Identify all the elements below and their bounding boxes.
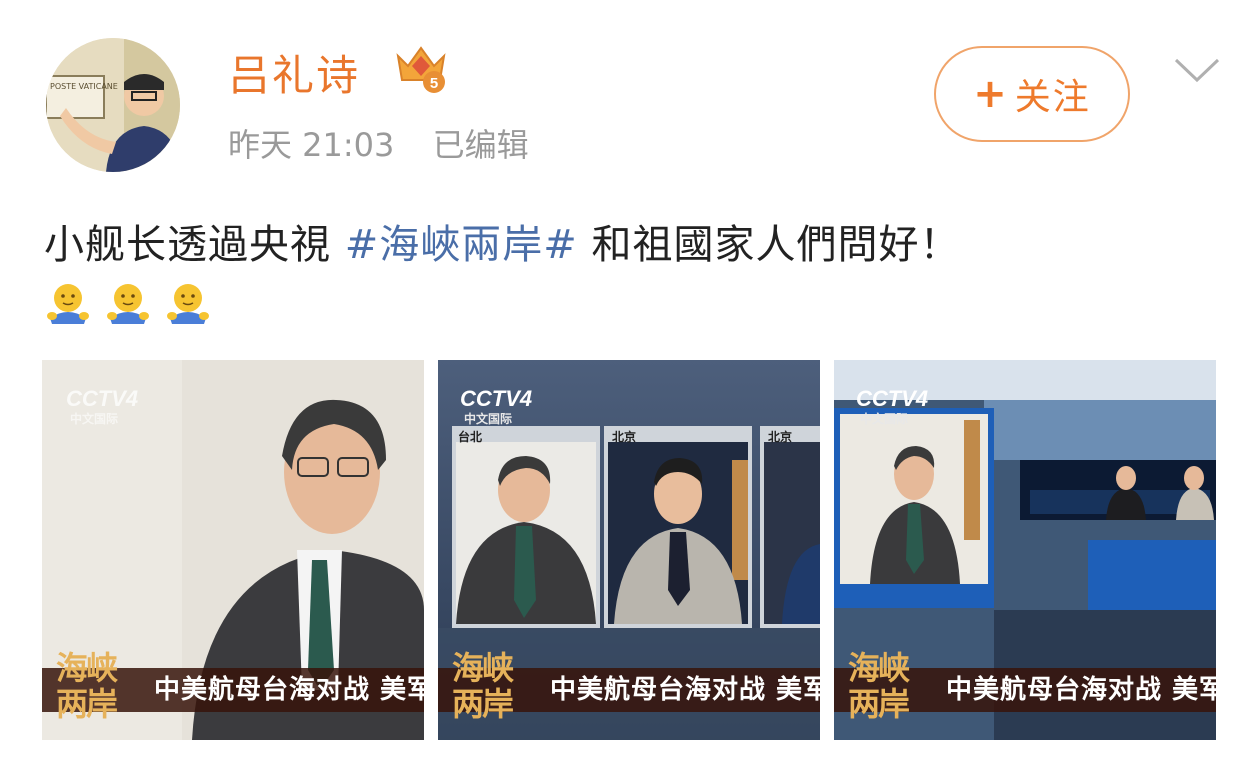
post-text-before: 小舰长透過央視 [44,222,345,268]
channel-subtitle: 中文国际 [860,412,909,426]
post-image-1[interactable]: CCTV4 中文国际 中美航母台海对战 美军 海峡两岸 [42,360,424,740]
news-ticker-text: 中美航母台海对战 美军 [550,675,820,705]
chevron-down-icon[interactable] [1172,54,1222,86]
channel-logo: CCTV4 [460,386,533,411]
post-meta: 昨天 21:03 已编辑 [228,120,557,166]
emoji-row [44,278,212,326]
channel-subtitle: 中文国际 [70,412,119,426]
news-ticker-text: 中美航母台海对战 美军 [946,675,1216,705]
show-logo: 海峡两岸 [848,649,910,723]
hashtag-link[interactable]: #海峽兩岸# [345,222,578,268]
post-image-2[interactable]: CCTV4 中文国际 台北 北京 北京 中美航母台海对战 美军 海峡两岸 [438,360,820,740]
post-time: 昨天 21:03 [228,126,395,164]
location-label-beijing: 北京 [612,430,637,444]
badge-level-text: 5 [430,75,438,92]
show-logo: 海峡两岸 [56,649,118,723]
avatar[interactable]: POSTE VATICANE [46,38,180,172]
location-label-taipei: 台北 [458,430,483,444]
show-logo: 海峡两岸 [452,649,514,723]
channel-subtitle: 中文国际 [464,412,513,426]
crown-vip-badge-icon: 5 [396,46,446,93]
follow-button[interactable]: + 关注 [934,46,1130,142]
post-text-after: 和祖國家人們問好！ [577,222,961,268]
avatar-photo [46,38,180,172]
hug-emoji-icon [167,284,209,324]
plus-icon: + [973,71,1009,117]
post-image-3[interactable]: CCTV4 中文国际 中美航母台海对战 美军 海峡两岸 [834,360,1216,740]
username[interactable]: 吕礼诗 [228,42,360,103]
post-text: 小舰长透過央視 #海峽兩岸# 和祖國家人們問好！ [44,212,960,270]
channel-logo: CCTV4 [66,386,139,411]
hug-emoji-icon [107,284,149,324]
follow-label: 关注 [1014,77,1091,118]
hug-emoji-icon [47,284,89,324]
location-label-beijing-2: 北京 [768,430,793,444]
news-ticker-text: 中美航母台海对战 美军 [154,675,424,705]
edited-label: 已编辑 [432,126,529,164]
avatar-sign-text: POSTE VATICANE [50,82,118,91]
channel-logo: CCTV4 [856,386,929,411]
